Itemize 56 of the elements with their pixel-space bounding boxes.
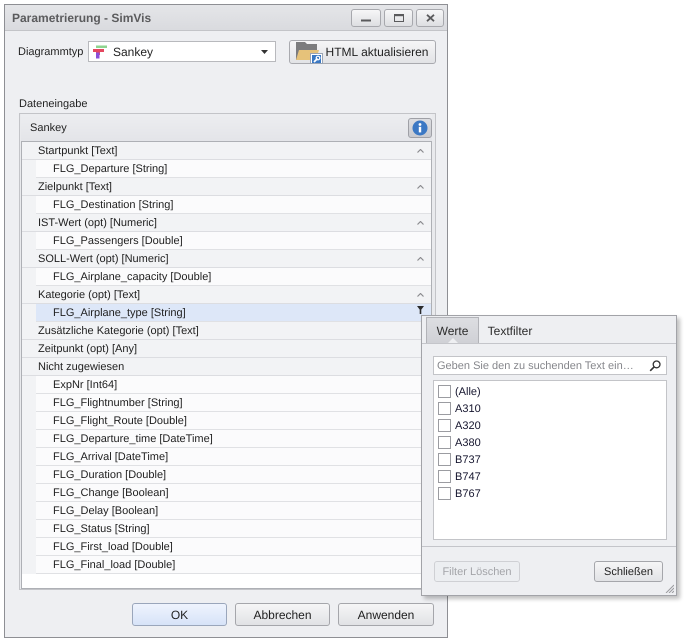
chevron-icon[interactable] <box>417 184 424 188</box>
dialog-button[interactable]: Anwenden <box>338 603 434 626</box>
refresh-html-button[interactable]: HTML aktualisieren <box>289 40 436 64</box>
value-label[interactable]: B737 <box>455 454 481 466</box>
maximize-button[interactable] <box>384 8 413 26</box>
value-label[interactable]: (Alle) <box>455 386 481 398</box>
checkbox[interactable] <box>438 487 451 500</box>
field-row[interactable]: FLG_Airplane_capacity [Double] <box>36 268 431 286</box>
minimize-icon <box>361 18 371 22</box>
value-label[interactable]: B767 <box>455 488 481 500</box>
chevron-icon[interactable] <box>417 220 424 224</box>
chevron-icon[interactable] <box>417 292 424 296</box>
value-label[interactable]: A310 <box>455 402 481 414</box>
value-label[interactable]: B747 <box>455 470 481 482</box>
checkbox[interactable] <box>438 402 451 415</box>
dialog-button[interactable]: Abbrechen <box>235 603 330 626</box>
field-row[interactable]: FLG_Destination [String] <box>36 196 431 214</box>
checkbox[interactable] <box>438 436 451 449</box>
section-label: Dateneingabe <box>19 97 88 111</box>
diagram-type-dropdown[interactable]: Sankey <box>88 41 276 62</box>
group-row[interactable]: Zielpunkt [Text] <box>22 178 431 196</box>
sankey-chart-icon <box>93 44 107 58</box>
close-icon <box>426 14 434 22</box>
value-label[interactable]: A320 <box>455 420 481 432</box>
group-row[interactable]: SOLL-Wert (opt) [Numeric] <box>22 250 431 268</box>
info-icon <box>412 120 428 136</box>
panel-title: Sankey <box>30 122 68 134</box>
caret-icon[interactable] <box>261 50 268 54</box>
checkbox[interactable] <box>438 385 451 398</box>
group-row[interactable]: IST-Wert (opt) [Numeric] <box>22 214 431 232</box>
checkbox[interactable] <box>438 453 451 466</box>
info-button[interactable] <box>408 118 432 138</box>
tab[interactable]: Werte <box>426 317 479 343</box>
filter-icon[interactable] <box>417 306 424 314</box>
field-label: Diagrammtyp <box>18 46 84 58</box>
dialog-button[interactable]: OK <box>132 603 227 626</box>
group-row[interactable]: Startpunkt [Text] <box>22 142 431 160</box>
search-icon[interactable] <box>649 360 661 372</box>
close-button[interactable] <box>416 8 444 26</box>
value-label[interactable]: A380 <box>455 436 481 448</box>
group-row[interactable]: Kategorie (opt) [Text] <box>22 286 431 304</box>
maximize-icon <box>394 14 404 22</box>
checkbox[interactable] <box>438 470 451 483</box>
tab[interactable]: Textfilter <box>479 317 541 343</box>
chevron-icon[interactable] <box>417 256 424 260</box>
window-title: Parametrierung - SimVis <box>12 10 152 24</box>
resize-grip-icon[interactable] <box>664 583 674 593</box>
popup-button[interactable]: Schließen <box>594 561 663 582</box>
field-row[interactable]: FLG_Departure [String] <box>36 160 431 178</box>
minimize-button[interactable] <box>351 8 381 26</box>
folder-wrench-icon <box>295 40 323 64</box>
search-field[interactable]: Geben Sie den zu suchenden Text ein… <box>433 356 667 375</box>
chevron-icon[interactable] <box>417 148 424 152</box>
field-row[interactable]: FLG_Passengers [Double] <box>36 232 431 250</box>
checkbox[interactable] <box>438 419 451 432</box>
field-row[interactable]: FLG_Airplane_type [String] <box>36 304 431 322</box>
